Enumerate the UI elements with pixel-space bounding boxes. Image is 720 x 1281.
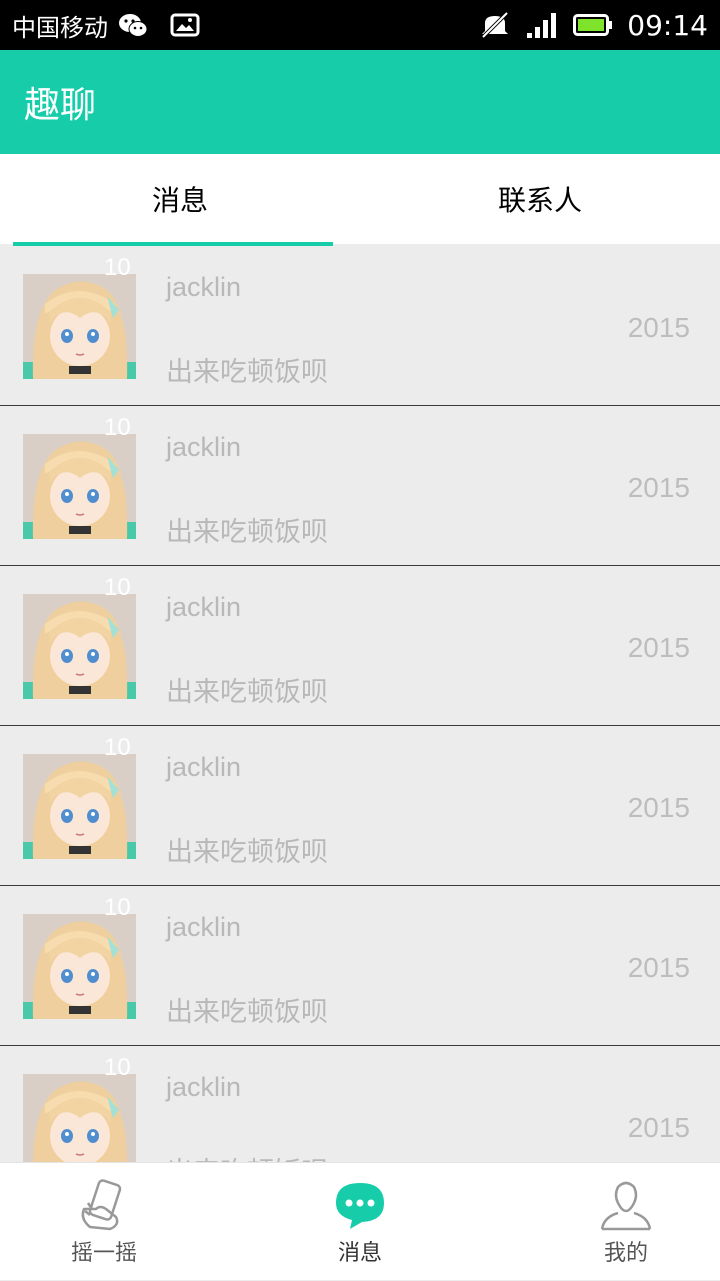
message-date: 2015 bbox=[627, 1112, 690, 1143]
unread-count-badge: 10 bbox=[104, 894, 131, 921]
message-date: 2015 bbox=[627, 472, 690, 503]
image-icon bbox=[170, 13, 200, 37]
last-message: 出来吃顿饭呗 bbox=[166, 1150, 328, 1162]
conversation-row[interactable]: 10 jacklin 出来吃顿饭呗 2015 bbox=[0, 726, 720, 886]
conversation-row[interactable]: 10 jacklin 出来吃顿饭呗 2015 bbox=[0, 246, 720, 406]
conversation-row[interactable]: 10 jacklin 出来吃顿饭呗 2015 bbox=[0, 1046, 720, 1162]
bottom-nav: 摇一摇 消息 我的 bbox=[0, 1162, 720, 1280]
unread-count-badge: 10 bbox=[104, 414, 131, 441]
nav-messages-label: 消息 bbox=[337, 1241, 382, 1266]
signal-icon bbox=[527, 13, 557, 38]
battery-icon bbox=[573, 14, 613, 36]
last-message: 出来吃顿饭呗 bbox=[166, 997, 328, 1028]
nav-me-label: 我的 bbox=[603, 1241, 648, 1266]
app-title: 趣聊 bbox=[24, 85, 97, 126]
status-bar: 中国移动 09:14 bbox=[0, 0, 720, 50]
nav-shake[interactable]: 摇一摇 bbox=[4, 1163, 204, 1281]
contact-name: jacklin bbox=[166, 1072, 242, 1102]
carrier-label: 中国移动 bbox=[12, 13, 108, 42]
last-message: 出来吃顿饭呗 bbox=[166, 837, 328, 868]
unread-count-badge: 10 bbox=[104, 574, 131, 601]
contact-name: jacklin bbox=[166, 912, 242, 942]
anime-girl-avatar-image bbox=[23, 594, 136, 699]
message-date: 2015 bbox=[627, 952, 690, 983]
nav-shake-label: 摇一摇 bbox=[70, 1241, 137, 1266]
last-message: 出来吃顿饭呗 bbox=[166, 517, 328, 548]
chat-bubble-icon bbox=[336, 1183, 384, 1229]
conversation-row[interactable]: 10 jacklin 出来吃顿饭呗 2015 bbox=[0, 406, 720, 566]
message-date: 2015 bbox=[627, 632, 690, 663]
avatar bbox=[23, 754, 136, 859]
clock: 09:14 bbox=[627, 8, 708, 42]
nav-messages[interactable]: 消息 bbox=[260, 1163, 460, 1281]
avatar bbox=[23, 594, 136, 699]
conversation-row[interactable]: 10 jacklin 出来吃顿饭呗 2015 bbox=[0, 886, 720, 1046]
shake-phone-icon bbox=[81, 1179, 122, 1231]
wechat-icon bbox=[119, 14, 148, 37]
mute-icon bbox=[481, 11, 509, 39]
message-date: 2015 bbox=[627, 792, 690, 823]
conversation-row[interactable]: 10 jacklin 出来吃顿饭呗 2015 bbox=[0, 566, 720, 726]
tab-contacts[interactable]: 联系人 bbox=[360, 154, 720, 244]
anime-girl-avatar-image bbox=[23, 1074, 136, 1162]
anime-girl-avatar-image bbox=[23, 754, 136, 859]
contact-name: jacklin bbox=[166, 432, 242, 462]
avatar bbox=[23, 914, 136, 1019]
last-message: 出来吃顿饭呗 bbox=[166, 677, 328, 708]
person-icon bbox=[600, 1181, 652, 1231]
contact-name: jacklin bbox=[166, 272, 242, 302]
anime-girl-avatar-image bbox=[23, 914, 136, 1019]
contact-name: jacklin bbox=[166, 752, 242, 782]
tab-bar: 消息 联系人 bbox=[0, 154, 720, 244]
anime-girl-avatar-image bbox=[23, 434, 136, 539]
avatar bbox=[23, 434, 136, 539]
unread-count-badge: 10 bbox=[104, 254, 131, 281]
unread-count-badge: 10 bbox=[104, 1054, 131, 1081]
tab-messages[interactable]: 消息 bbox=[0, 154, 360, 244]
avatar bbox=[23, 1074, 136, 1162]
avatar bbox=[23, 274, 136, 379]
contact-name: jacklin bbox=[166, 592, 242, 622]
message-date: 2015 bbox=[627, 312, 690, 343]
last-message: 出来吃顿饭呗 bbox=[166, 357, 328, 388]
anime-girl-avatar-image bbox=[23, 274, 136, 379]
nav-me[interactable]: 我的 bbox=[526, 1163, 720, 1281]
unread-count-badge: 10 bbox=[104, 734, 131, 761]
app-bar: 趣聊 bbox=[0, 50, 720, 154]
conversation-list[interactable]: 10 jacklin 出来吃顿饭呗 2015 10 jacklin 出来吃顿饭呗… bbox=[0, 246, 720, 1162]
